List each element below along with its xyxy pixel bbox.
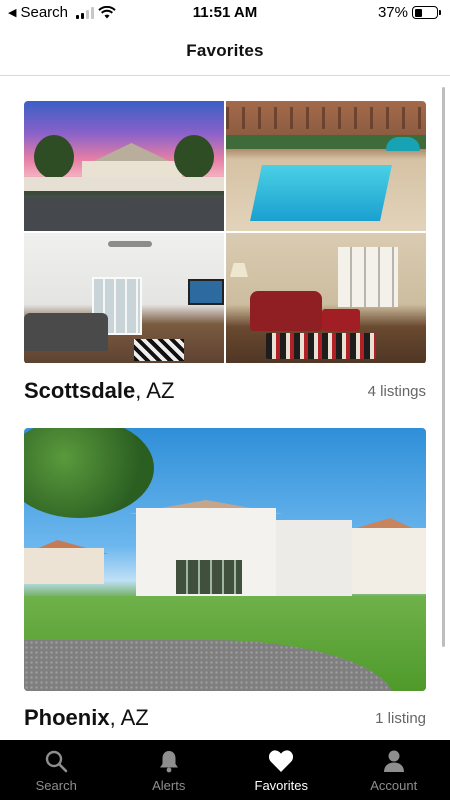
battery-icon <box>412 6 441 19</box>
bell-icon <box>156 748 182 774</box>
scroll-indicator <box>442 87 445 647</box>
listing-photo-exterior-dusk <box>24 101 224 231</box>
favorites-list[interactable]: Scottsdale, AZ 4 listings Phoenix, AZ 1 … <box>0 77 450 740</box>
photo-collage[interactable] <box>24 101 426 364</box>
state-name: , AZ <box>109 705 149 730</box>
city-name: Scottsdale <box>24 378 136 403</box>
location-title: Scottsdale, AZ <box>24 378 174 404</box>
tab-label: Account <box>370 777 418 793</box>
navigation-bar: Favorites <box>0 26 450 76</box>
battery-fill <box>414 8 423 17</box>
listing-photo-red-living-room <box>226 233 426 363</box>
tab-label: Search <box>35 777 77 793</box>
state-name: , AZ <box>135 378 175 403</box>
tab-label: Favorites <box>254 777 308 793</box>
listing-photo-living-room <box>24 233 224 363</box>
person-icon <box>381 748 407 774</box>
tab-account[interactable]: Account <box>338 740 450 800</box>
favorite-card-phoenix[interactable]: Phoenix, AZ 1 listing <box>24 428 426 730</box>
page-title: Favorites <box>186 40 264 60</box>
favorite-card-scottsdale[interactable]: Scottsdale, AZ 4 listings <box>24 101 426 403</box>
location-title: Phoenix, AZ <box>24 705 149 731</box>
card-title-row: Scottsdale, AZ 4 listings <box>24 376 426 406</box>
status-bar: ◀ Search 11:51 AM 37% <box>0 0 450 26</box>
listing-count: 4 listings <box>367 382 426 400</box>
tab-label: Alerts <box>152 777 186 793</box>
battery-percent: 37% <box>377 4 408 21</box>
tab-favorites[interactable]: Favorites <box>225 740 338 800</box>
listing-photo-backyard[interactable] <box>24 428 426 691</box>
listing-photo-pool <box>226 101 426 231</box>
listing-count: 1 listing <box>375 709 426 727</box>
tab-bar: Search Alerts Favorites Account <box>0 740 450 800</box>
tab-search[interactable]: Search <box>0 740 113 800</box>
card-title-row: Phoenix, AZ 1 listing <box>24 703 426 733</box>
tab-alerts[interactable]: Alerts <box>113 740 226 800</box>
magnifier-icon <box>43 748 69 774</box>
heart-icon <box>268 748 294 774</box>
city-name: Phoenix <box>24 705 110 730</box>
